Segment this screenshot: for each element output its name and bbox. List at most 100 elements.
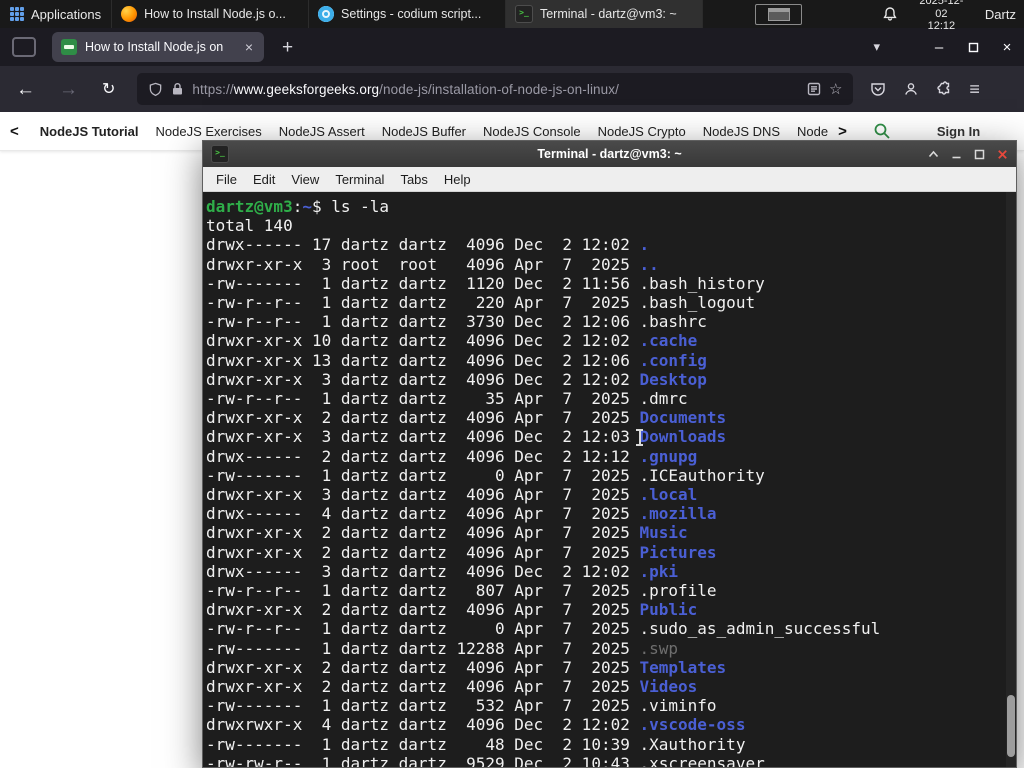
nav-item-nodejs-tutorial[interactable]: NodeJS Tutorial — [40, 124, 139, 139]
menu-hamburger-icon[interactable]: ≡ — [969, 79, 980, 100]
tab-close-icon[interactable]: × — [243, 39, 255, 55]
window-maximize-button[interactable] — [956, 39, 990, 56]
directory-name: Pictures — [639, 542, 717, 562]
nav-scroll-right-icon[interactable]: > — [834, 123, 851, 140]
file-attributes: -rw-rw-r-- 1 dartz dartz 9529 Dec 2 10:4… — [206, 753, 640, 767]
terminal-scrollbar[interactable] — [1006, 192, 1016, 767]
terminal-output-line: -rw------- 1 dartz dartz 0 Apr 7 2025 .I… — [206, 466, 1016, 485]
taskbar-item-terminal[interactable]: >_ Terminal - dartz@vm3: ~ — [505, 0, 703, 28]
file-attributes: -rw-r--r-- 1 dartz dartz 220 Apr 7 2025 — [206, 293, 640, 313]
taskbar-item-label: Terminal - dartz@vm3: ~ — [539, 7, 677, 21]
window-minimize-button[interactable]: – — [922, 39, 956, 56]
file-name: .sudo_as_admin_successful — [639, 619, 881, 639]
directory-name: . — [639, 235, 650, 255]
firefox-view-icon[interactable] — [12, 37, 36, 57]
taskbar-item-firefox[interactable]: How to Install Node.js o... — [112, 0, 310, 28]
taskbar-item-codium[interactable]: Settings - codium script... — [309, 0, 506, 28]
shield-icon[interactable] — [148, 82, 163, 97]
scrollbar-thumb[interactable] — [1007, 695, 1015, 757]
window-close-button[interactable]: × — [990, 39, 1024, 56]
file-attributes: -rw------- 1 dartz dartz 532 Apr 7 2025 — [206, 696, 640, 716]
directory-name: Videos — [639, 677, 698, 697]
back-button[interactable]: ← — [8, 76, 43, 103]
user-menu[interactable]: Dartz — [985, 7, 1016, 22]
directory-name: Desktop — [639, 369, 707, 389]
menu-edit[interactable]: Edit — [245, 172, 283, 187]
file-name: .profile — [639, 581, 717, 601]
nav-scroll-left-icon[interactable]: < — [6, 123, 23, 140]
forward-button[interactable]: → — [51, 76, 86, 103]
nav-item-nodejs-console[interactable]: NodeJS Console — [483, 124, 581, 139]
desktop-panel: Applications How to Install Node.js o...… — [0, 0, 1024, 32]
account-icon[interactable] — [903, 81, 919, 97]
terminal-output-line: -rw-r--r-- 1 dartz dartz 220 Apr 7 2025 … — [206, 293, 1016, 312]
applications-icon — [10, 7, 24, 21]
workspace-switcher[interactable] — [754, 3, 802, 25]
menu-tabs[interactable]: Tabs — [392, 172, 435, 187]
minimize-button[interactable] — [951, 149, 962, 160]
extensions-puzzle-icon[interactable] — [936, 81, 952, 97]
notification-bell-icon[interactable] — [882, 6, 898, 22]
firefox-icon — [121, 6, 138, 22]
directory-name: .pki — [639, 561, 679, 581]
terminal-output-line: -rw------- 1 dartz dartz 532 Apr 7 2025 … — [206, 696, 1016, 715]
file-attributes: drwx------ 17 dartz dartz 4096 Dec 2 12:… — [206, 235, 640, 255]
url-host: www.geeksforgeeks.org — [233, 81, 380, 97]
terminal-output-line: -rw-rw-r-- 1 dartz dartz 9529 Dec 2 10:4… — [206, 754, 1016, 767]
file-attributes: drwxr-xr-x 2 dartz dartz 4096 Apr 7 2025 — [206, 677, 640, 697]
applications-menu-button[interactable]: Applications — [0, 0, 113, 28]
maximize-button[interactable] — [974, 149, 985, 160]
new-tab-button[interactable]: + — [276, 36, 299, 59]
sign-in-button[interactable]: Sign In — [937, 124, 980, 139]
file-name: .swp — [639, 638, 679, 658]
terminal-output-line: drwx------ 3 dartz dartz 4096 Dec 2 12:0… — [206, 562, 1016, 581]
terminal-titlebar[interactable]: >_ Terminal - dartz@vm3: ~ — [203, 141, 1016, 167]
panel-clock[interactable]: 2025-12-02 12:12 — [914, 0, 969, 33]
terminal-output-line: drwxr-xr-x 2 dartz dartz 4096 Apr 7 2025… — [206, 543, 1016, 562]
menu-file[interactable]: File — [208, 172, 245, 187]
reader-mode-icon[interactable] — [807, 82, 821, 96]
directory-name: Downloads — [639, 427, 727, 447]
nav-item-nodejs-dns[interactable]: NodeJS DNS — [703, 124, 780, 139]
reload-button[interactable]: ↻ — [94, 76, 123, 103]
browser-tab-active[interactable]: How to Install Node.js on × — [52, 32, 264, 62]
directory-name: .mozilla — [639, 504, 717, 524]
terminal-output-line: -rw------- 1 dartz dartz 1120 Dec 2 11:5… — [206, 274, 1016, 293]
url-bar[interactable]: https://www.geeksforgeeks.org/node-js/in… — [137, 73, 854, 105]
terminal-output-line: drwxr-xr-x 3 dartz dartz 4096 Apr 7 2025… — [206, 485, 1016, 504]
prompt-user-host: dartz@vm3 — [206, 197, 293, 216]
browser-toolbar: ← → ↻ https://www.geeksforgeeks.org/node… — [0, 66, 1024, 112]
file-attributes: drwxr-xr-x 3 dartz dartz 4096 Apr 7 2025 — [206, 485, 640, 505]
nav-item-nodejs-exercises[interactable]: NodeJS Exercises — [155, 124, 261, 139]
file-attributes: drwx------ 2 dartz dartz 4096 Dec 2 12:1… — [206, 446, 640, 466]
applications-label: Applications — [31, 6, 102, 22]
clock-date: 2025-12-02 — [919, 0, 964, 20]
pocket-icon[interactable] — [870, 81, 886, 97]
file-attributes: drwxr-xr-x 3 dartz dartz 4096 Dec 2 12:0… — [206, 369, 640, 389]
list-all-tabs-icon[interactable]: ▾ — [873, 39, 880, 55]
search-icon[interactable] — [873, 122, 891, 140]
prompt-dollar: $ — [311, 197, 332, 216]
menu-help[interactable]: Help — [436, 172, 479, 187]
directory-name: .cache — [639, 331, 698, 351]
terminal-listing: drwx------ 17 dartz dartz 4096 Dec 2 12:… — [206, 235, 1016, 767]
file-attributes: -rw------- 1 dartz dartz 0 Apr 7 2025 — [206, 465, 640, 485]
terminal-output-line: -rw-r--r-- 1 dartz dartz 35 Apr 7 2025 .… — [206, 389, 1016, 408]
shade-button[interactable] — [928, 149, 939, 160]
file-name: .bash_history — [639, 273, 765, 293]
workspace-window-thumbnail — [767, 7, 790, 21]
bookmark-star-icon[interactable]: ☆ — [829, 80, 842, 98]
file-attributes: drwxr-xr-x 3 root root 4096 Apr 7 2025 — [206, 254, 640, 274]
close-button[interactable] — [997, 149, 1008, 160]
menu-view[interactable]: View — [283, 172, 327, 187]
nav-item-nodejs-assert[interactable]: NodeJS Assert — [279, 124, 365, 139]
url-path: /node-js/installation-of-node-js-on-linu… — [379, 81, 619, 97]
tab-title: How to Install Node.js on — [85, 40, 224, 54]
nav-item-node-truncated[interactable]: Node — [797, 124, 828, 139]
nav-item-nodejs-crypto[interactable]: NodeJS Crypto — [598, 124, 686, 139]
menu-terminal[interactable]: Terminal — [327, 172, 392, 187]
gfg-favicon — [61, 39, 77, 55]
lock-icon[interactable] — [171, 82, 184, 96]
nav-item-nodejs-buffer[interactable]: NodeJS Buffer — [382, 124, 466, 139]
terminal-output-line: -rw------- 1 dartz dartz 48 Dec 2 10:39 … — [206, 735, 1016, 754]
